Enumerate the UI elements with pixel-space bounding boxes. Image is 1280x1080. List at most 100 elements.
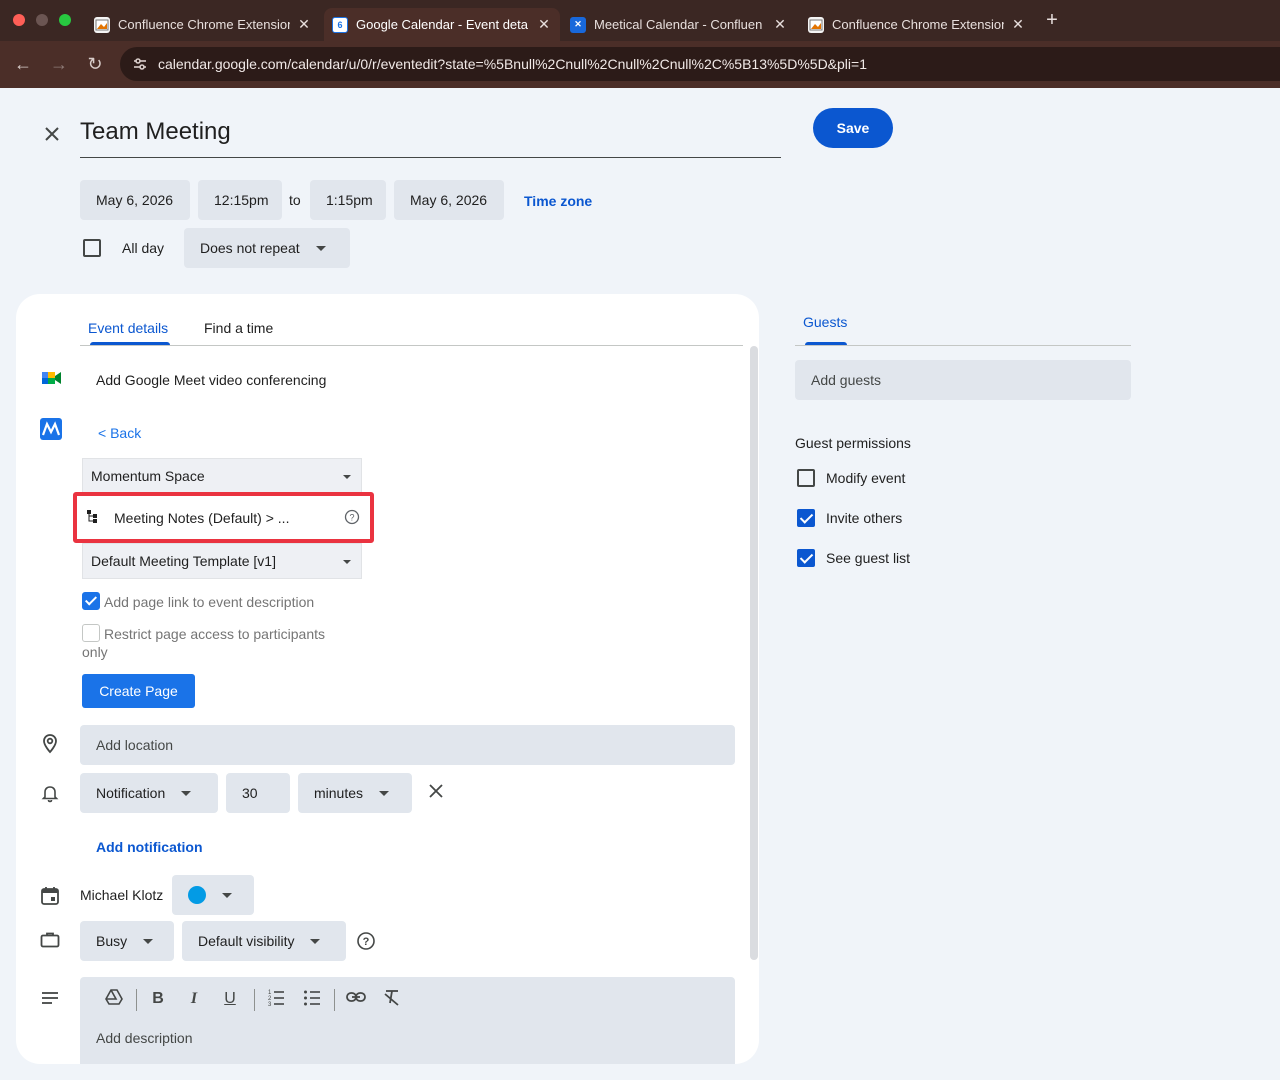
invite-others-checkbox[interactable]	[797, 509, 815, 527]
invite-others-label: Invite others	[826, 510, 903, 526]
numbered-list-icon[interactable]: 123	[264, 987, 288, 1011]
end-date-field[interactable]: May 6, 2026	[394, 180, 504, 220]
remove-notification-icon[interactable]	[426, 781, 446, 801]
browser-tab-4[interactable]: Confluence Chrome Extension ✕	[800, 8, 1034, 41]
chevron-down-icon	[379, 790, 390, 796]
see-guest-list-checkbox[interactable]	[797, 549, 815, 567]
location-input[interactable]: Add location	[80, 725, 735, 765]
notification-unit-value: minutes	[314, 785, 364, 801]
availability-value: Busy	[96, 933, 128, 949]
maximize-window-button[interactable]	[59, 14, 71, 26]
event-details-card: Event details Find a time Add Google Mee…	[16, 294, 759, 1064]
reload-icon[interactable]: ↻	[84, 53, 106, 75]
visibility-dropdown[interactable]: Default visibility	[182, 921, 346, 961]
scrollbar[interactable]	[750, 346, 758, 960]
tabs-divider	[80, 345, 743, 346]
calendar-icon	[38, 884, 62, 908]
meetical-icon	[40, 418, 64, 442]
start-time-field[interactable]: 12:15pm	[198, 180, 282, 220]
address-bar[interactable]: calendar.google.com/calendar/u/0/r/event…	[120, 47, 1280, 81]
template-select[interactable]: Default Meeting Template [v1]	[82, 543, 362, 579]
save-button[interactable]: Save	[813, 108, 893, 148]
close-window-button[interactable]	[13, 14, 25, 26]
guest-permissions-title: Guest permissions	[795, 435, 911, 451]
color-dot	[188, 886, 206, 904]
help-icon[interactable]: ?	[356, 931, 376, 951]
chevron-down-icon	[222, 892, 232, 898]
description-icon	[38, 987, 62, 1011]
add-page-link-label: Add page link to event description	[104, 594, 315, 610]
browser-tab-2[interactable]: 6 Google Calendar - Event deta ✕	[324, 8, 560, 41]
location-pin-icon	[38, 732, 62, 756]
browser-toolbar: ← → ↻ calendar.google.com/calendar/u/0/r…	[0, 41, 1280, 88]
close-tab-icon[interactable]: ✕	[536, 16, 552, 33]
add-google-meet-link[interactable]: Add Google Meet video conferencing	[96, 372, 326, 388]
space-select-value: Momentum Space	[91, 468, 205, 484]
google-meet-icon	[40, 366, 64, 390]
google-drive-icon[interactable]	[102, 987, 126, 1011]
event-title-input[interactable]: Team Meeting	[80, 112, 781, 158]
underline-icon[interactable]: U	[218, 987, 242, 1011]
bell-icon	[38, 781, 62, 805]
google-calendar-icon: 6	[332, 16, 348, 33]
chevron-down-icon	[181, 790, 192, 796]
tab-title: Meetical Calendar - Confluen	[594, 17, 763, 32]
description-input[interactable]: Add description	[96, 1030, 193, 1046]
forward-arrow-icon[interactable]: →	[48, 53, 70, 75]
browser-tab-3[interactable]: ✕ Meetical Calendar - Confluen ✕	[562, 8, 796, 41]
calendar-color-dropdown[interactable]	[172, 875, 254, 915]
see-guest-list-label: See guest list	[826, 550, 911, 566]
notification-value-input[interactable]: 30	[226, 773, 290, 813]
add-page-link-checkbox[interactable]	[82, 592, 100, 610]
close-tab-icon[interactable]: ✕	[296, 16, 312, 33]
space-select[interactable]: Momentum Space	[82, 458, 362, 494]
add-guests-input[interactable]: Add guests	[795, 360, 1131, 400]
repeat-dropdown[interactable]: Does not repeat	[184, 228, 350, 268]
close-tab-icon[interactable]: ✕	[772, 16, 788, 33]
tab-title: Confluence Chrome Extension	[832, 17, 1004, 32]
browser-tabstrip: Confluence Chrome Extension ✕ 6 Google C…	[0, 0, 1280, 41]
chevron-down-icon	[315, 245, 326, 251]
tab-find-a-time[interactable]: Find a time	[204, 320, 273, 336]
restrict-access-label: Restrict page access to participants	[104, 626, 325, 642]
link-icon[interactable]	[344, 987, 368, 1011]
add-notification-link[interactable]: Add notification	[96, 839, 203, 855]
browser-tab-1[interactable]: Confluence Chrome Extension ✕	[86, 8, 320, 41]
tab-title: Google Calendar - Event deta	[356, 17, 528, 32]
briefcase-icon	[38, 928, 62, 952]
back-link[interactable]: < Back	[98, 425, 141, 441]
confluence-icon: ✕	[570, 16, 586, 33]
restrict-access-checkbox[interactable]	[82, 624, 100, 642]
toolbar-separator	[334, 989, 335, 1011]
site-settings-icon[interactable]	[132, 56, 148, 72]
tab-event-details[interactable]: Event details	[88, 320, 168, 336]
bold-icon[interactable]: B	[146, 987, 170, 1011]
back-arrow-icon[interactable]: ←	[12, 53, 34, 75]
clear-formatting-icon[interactable]	[380, 987, 404, 1011]
minimize-window-button[interactable]	[36, 14, 48, 26]
notification-type-dropdown[interactable]: Notification	[80, 773, 218, 813]
description-editor[interactable]: B I U 123 Add description	[80, 977, 735, 1064]
guests-divider	[795, 345, 1131, 346]
start-date-field[interactable]: May 6, 2026	[80, 180, 190, 220]
close-icon[interactable]	[40, 122, 64, 146]
chevron-down-icon	[343, 560, 351, 564]
italic-icon[interactable]: I	[182, 987, 206, 1011]
bullet-list-icon[interactable]	[300, 987, 324, 1011]
close-tab-icon[interactable]: ✕	[1010, 16, 1026, 33]
create-page-button[interactable]: Create Page	[82, 674, 195, 708]
notification-unit-dropdown[interactable]: minutes	[298, 773, 412, 813]
to-label: to	[289, 192, 301, 208]
template-select-value: Default Meeting Template [v1]	[91, 553, 276, 569]
end-time-field[interactable]: 1:15pm	[310, 180, 386, 220]
availability-dropdown[interactable]: Busy	[80, 921, 174, 961]
toolbar-separator	[136, 989, 137, 1011]
all-day-checkbox[interactable]	[83, 239, 101, 257]
highlight-box	[73, 492, 374, 543]
confluence-extension-icon	[94, 16, 110, 33]
modify-event-checkbox[interactable]	[797, 469, 815, 487]
new-tab-button[interactable]: +	[1042, 10, 1062, 30]
tab-guests[interactable]: Guests	[803, 314, 847, 330]
modify-event-label: Modify event	[826, 470, 906, 486]
time-zone-link[interactable]: Time zone	[524, 193, 592, 209]
